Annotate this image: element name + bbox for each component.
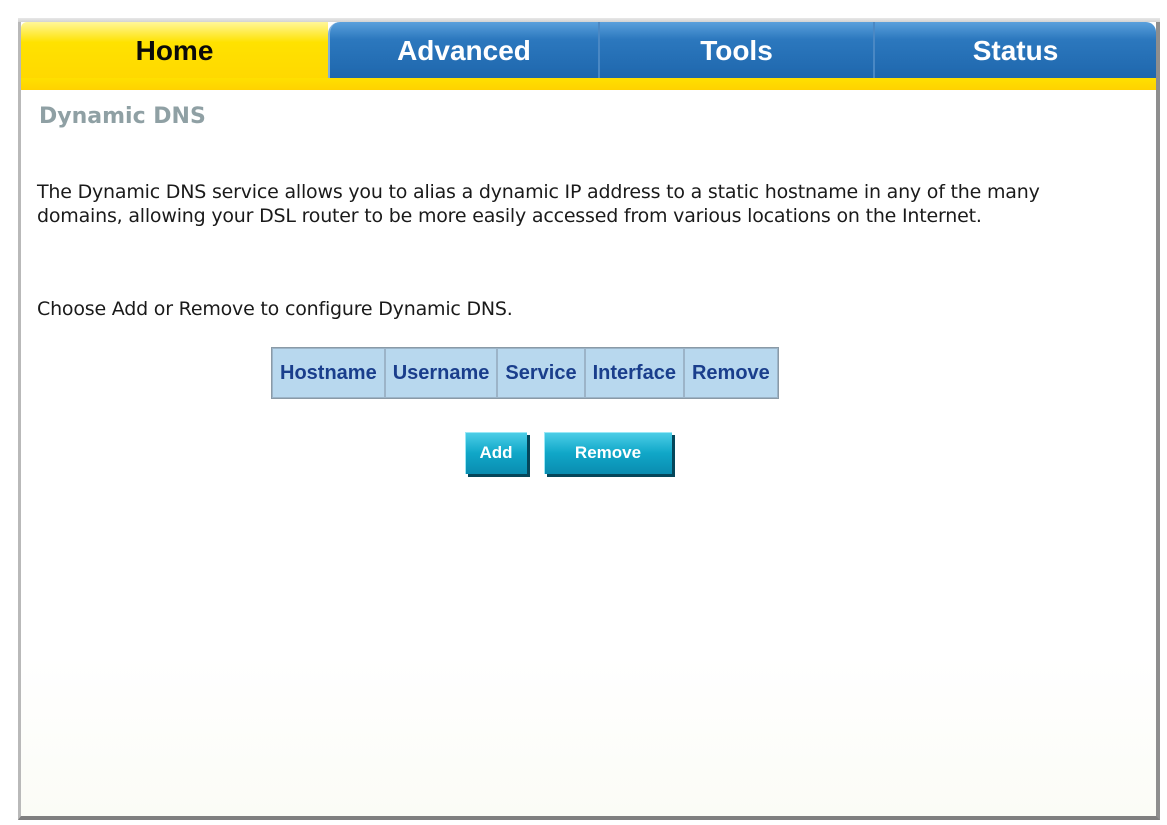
dynamic-dns-table: Hostname Username Service Interface Remo… bbox=[271, 347, 779, 399]
panel-background bbox=[21, 656, 1156, 816]
tab-advanced[interactable]: Advanced bbox=[328, 22, 598, 80]
add-button[interactable]: Add bbox=[465, 432, 527, 474]
page-description: The Dynamic DNS service allows you to al… bbox=[37, 181, 1040, 227]
page-title: Dynamic DNS bbox=[39, 104, 206, 129]
column-header-remove: Remove bbox=[683, 348, 778, 398]
column-header-interface: Interface bbox=[584, 348, 684, 398]
router-config-panel: Home Advanced Tools Status Dynamic DNS T… bbox=[18, 22, 1160, 820]
page-instruction: Choose Add or Remove to configure Dynami… bbox=[37, 298, 513, 320]
main-tab-bar: Home Advanced Tools Status bbox=[21, 22, 1156, 82]
tab-tools[interactable]: Tools bbox=[598, 22, 873, 80]
remove-button[interactable]: Remove bbox=[544, 432, 672, 474]
column-header-service: Service bbox=[497, 348, 585, 398]
tab-status[interactable]: Status bbox=[873, 22, 1156, 80]
tab-underline-bar bbox=[21, 78, 1156, 90]
tab-home[interactable]: Home bbox=[21, 22, 328, 80]
column-header-hostname: Hostname bbox=[272, 348, 385, 398]
column-header-username: Username bbox=[384, 348, 498, 398]
table-header-row: Hostname Username Service Interface Remo… bbox=[272, 348, 778, 398]
